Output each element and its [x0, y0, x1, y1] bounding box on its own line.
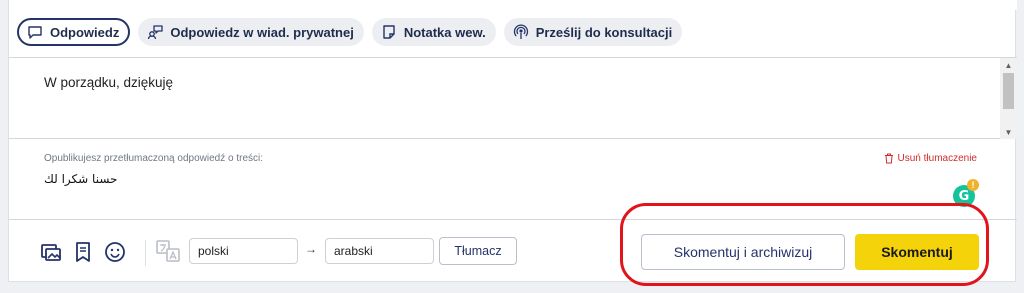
private-message-icon — [148, 25, 163, 40]
reply-mode-tabs: Odpowiedz Odpowiedz w wiad. prywatnej No… — [17, 18, 683, 46]
remove-translation-link[interactable]: Usuń tłumaczenie — [884, 153, 977, 164]
tab-reply-label: Odpowiedz — [50, 24, 120, 40]
target-language-select[interactable]: arabski — [325, 238, 434, 264]
tab-consultation-label: Prześlij do konsultacji — [535, 24, 673, 40]
tab-private-reply-label: Odpowiedz w wiad. prywatnej — [170, 24, 354, 40]
sticky-note-icon — [383, 25, 395, 39]
grammarly-icon[interactable]: G ! — [953, 179, 979, 207]
translated-text: حسنا شكرا لك — [44, 172, 118, 186]
translate-button[interactable]: Tłumacz — [439, 237, 517, 265]
translation-publish-label: Opublikujesz przetłumaczoną odpowiedź o … — [44, 153, 263, 164]
tab-private-reply[interactable]: Odpowiedz w wiad. prywatnej — [138, 18, 364, 46]
scroll-up-icon[interactable]: ▲ — [1000, 58, 1017, 72]
reply-toolbar: polski → arabski Tłumacz Skomentuj i arc… — [9, 219, 1017, 282]
tab-internal-note-label: Notatka wew. — [403, 24, 486, 40]
tab-consultation[interactable]: Prześlij do konsultacji — [503, 18, 683, 46]
remove-translation-label: Usuń tłumaczenie — [897, 153, 977, 164]
reply-editor[interactable]: W porządku, dziękuję ▲ ▼ — [9, 57, 1017, 139]
reply-panel: Odpowiedz Odpowiedz w wiad. prywatnej No… — [8, 0, 1017, 282]
bookmark-icon[interactable] — [72, 241, 94, 263]
scrollbar-thumb[interactable] — [1003, 73, 1014, 109]
grammarly-alert-icon: ! — [967, 179, 979, 191]
source-language-select[interactable]: polski — [189, 238, 298, 264]
speech-bubble-icon — [28, 26, 42, 39]
editor-text[interactable]: W porządku, dziękuję — [44, 75, 173, 90]
translate-icon — [156, 240, 180, 262]
emoji-icon[interactable] — [104, 241, 126, 263]
comment-button[interactable]: Skomentuj — [855, 234, 979, 270]
image-gallery-icon[interactable] — [40, 241, 62, 263]
trash-icon — [884, 153, 893, 164]
tab-reply[interactable]: Odpowiedz — [17, 18, 131, 46]
editor-scrollbar[interactable]: ▲ ▼ — [1000, 58, 1017, 139]
panel-top — [9, 0, 1017, 10]
scroll-down-icon[interactable]: ▼ — [1000, 125, 1017, 139]
broadcast-icon — [513, 24, 528, 39]
toolbar-divider — [145, 240, 146, 266]
tab-internal-note[interactable]: Notatka wew. — [371, 18, 496, 46]
comment-and-archive-button[interactable]: Skomentuj i archiwizuj — [641, 234, 845, 270]
language-arrow-icon: → — [305, 242, 317, 256]
